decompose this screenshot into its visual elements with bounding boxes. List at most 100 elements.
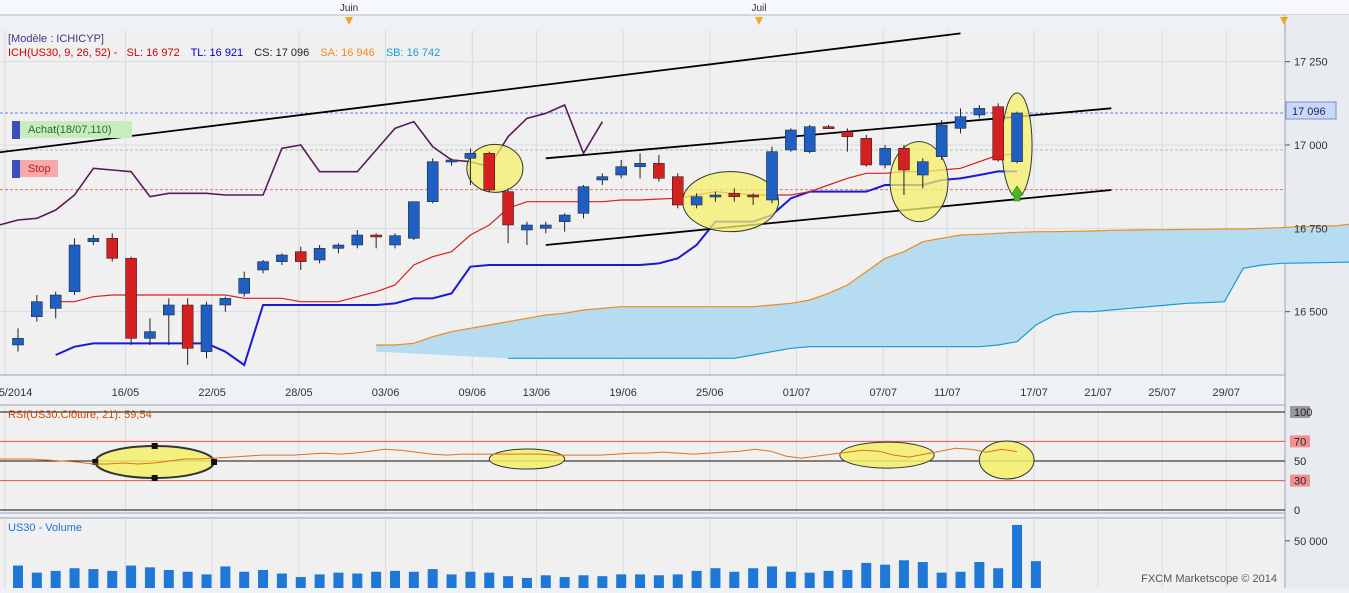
volume-bar (653, 575, 664, 588)
volume-bar (126, 565, 137, 588)
volume-bar (578, 575, 589, 588)
volume-bar (182, 571, 193, 588)
volume-bar (748, 568, 759, 588)
y-tick-label: 16 750 (1294, 223, 1328, 235)
candle-body (49, 294, 62, 309)
candle-body (351, 234, 364, 246)
candle-body (313, 248, 326, 261)
candle-body (483, 153, 495, 191)
x-tick-label: 01/07 (783, 387, 811, 399)
volume-bar (88, 569, 99, 588)
candle-body (144, 331, 156, 339)
rsi-level-label: 50 (1294, 456, 1306, 468)
volume-bar (917, 562, 928, 588)
candle-body (106, 238, 118, 259)
x-tick-label: 25/06 (696, 387, 724, 399)
candle-body (332, 244, 345, 249)
candle-body (87, 238, 100, 242)
legend-sa: SA: 16 946 (320, 47, 374, 59)
stop-marker-label: Stop (28, 163, 51, 175)
chart-stage: 100 70 50 30 0 50 000 07/05/2014 16/05 22/05 28… (0, 0, 1349, 588)
x-tick-label: 29/07 (1213, 387, 1241, 399)
candle-body (577, 186, 590, 214)
ellipse-handle (151, 474, 158, 481)
volume-bar (842, 569, 853, 588)
ichimoku-prefix: ICH(US30, 9, 26, 52) - (8, 47, 118, 59)
period-label-juil: Juil (751, 3, 766, 14)
buy-marker-flag-icon (12, 121, 20, 139)
candle-body (464, 153, 477, 159)
candle-body (219, 298, 232, 306)
buy-marker[interactable]: Achat(18/07,110) (12, 121, 132, 139)
volume-bar (955, 571, 966, 588)
volume-bar (239, 571, 250, 588)
volume-bar (446, 574, 457, 588)
volume-bar (144, 567, 155, 588)
x-tick-label: 16/05 (112, 387, 140, 399)
x-tick-label: 07/05/2014 (0, 387, 32, 399)
candle-body (690, 196, 703, 206)
candle-body (709, 194, 722, 198)
volume-bar (408, 571, 419, 588)
volume-bar (710, 568, 721, 588)
candle-body (728, 193, 741, 197)
volume-bar (69, 568, 80, 588)
candle-body (935, 124, 948, 157)
y-tick-label: 17 250 (1294, 57, 1328, 69)
volume-bar (427, 569, 438, 588)
stop-marker-flag-icon (12, 160, 20, 178)
x-tick-label: 07/07 (869, 387, 897, 399)
current-price-tag: 17 096 (1285, 101, 1337, 120)
volume-bar (521, 577, 532, 588)
ellipse-handle (211, 458, 218, 465)
volume-bar (785, 571, 796, 588)
volume-bar (465, 571, 476, 588)
candle-body (125, 258, 137, 339)
volume-bar (936, 572, 947, 588)
candle-body (841, 131, 854, 137)
rsi-level-label: 100 (1294, 407, 1312, 419)
x-tick-label: 25/07 (1148, 387, 1176, 399)
volume-bar (258, 569, 269, 588)
volume-bar (540, 575, 551, 588)
volume-bar (861, 562, 872, 588)
x-tick-label: 17/07 (1020, 387, 1048, 399)
volume-bar (993, 568, 1004, 588)
candle-body (257, 261, 269, 271)
volume-title: US30 - Volume (8, 522, 82, 534)
candle-body (747, 194, 759, 198)
volume-bar (898, 560, 909, 588)
x-tick-label: 11/07 (934, 387, 961, 399)
volume-bar (1012, 524, 1023, 588)
candle-body (954, 116, 967, 129)
stop-marker[interactable]: Stop (12, 160, 58, 178)
volume-bar (880, 564, 891, 588)
volume-bar (503, 576, 514, 588)
candle-body (295, 251, 307, 262)
x-tick-label: 09/06 (459, 387, 487, 399)
candle-body (31, 301, 43, 317)
volume-tick-label: 50 000 (1294, 536, 1328, 548)
x-tick-label: 22/05 (198, 387, 226, 399)
legend-cs: CS: 17 096 (254, 47, 309, 59)
x-tick-label: 19/06 (609, 387, 637, 399)
y-tick-label: 16 500 (1294, 307, 1328, 319)
legend-sb: SB: 16 742 (386, 47, 440, 59)
copyright-label: FXCM Marketscope © 2014 (1141, 573, 1277, 585)
right-axis-area (1285, 15, 1349, 588)
candle-body (238, 278, 250, 294)
candle-body (12, 338, 24, 346)
model-label: [Modèle : ICHICYP] (8, 33, 104, 45)
volume-bar (672, 574, 683, 588)
rsi-level-label: 0 (1294, 505, 1300, 517)
candle-body (653, 163, 665, 179)
rsi-level-label: 70 (1294, 436, 1306, 448)
y-tick-label: 17 000 (1294, 140, 1328, 152)
volume-bar (31, 572, 42, 588)
candle-body (917, 161, 929, 176)
candle-body (992, 106, 1004, 161)
ichimoku-legend: ICH(US30, 9, 26, 52) - SL: 16 972 TL: 16… (8, 47, 440, 59)
candle-body (445, 159, 458, 163)
volume-bar (107, 570, 118, 588)
legend-sl: SL: 16 972 (127, 47, 180, 59)
